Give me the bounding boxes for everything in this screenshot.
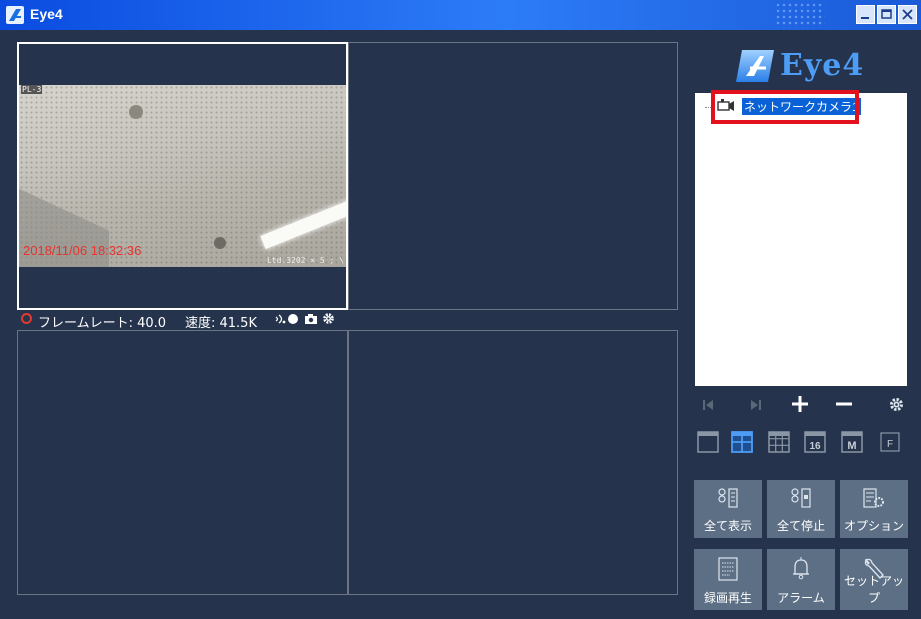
option-button[interactable]: オプション [840, 480, 908, 538]
playback-label: 録画再生 [703, 591, 752, 605]
view-m-icon[interactable]: M [841, 431, 863, 453]
eye4-logo-icon [736, 50, 774, 82]
video-overlay-text: Ltd.3202 × 5 ; \ [266, 256, 344, 265]
stop-all-icon [791, 488, 811, 508]
stop-all-button[interactable]: 全て停止 [767, 480, 835, 538]
eye4-window: Eye4 PL-3 2018/11/06 18:32:36 Ltd.3202 ×… [0, 0, 921, 619]
highlight-annotation [711, 90, 859, 124]
device-tree[interactable]: ネットワークカメラ1 [695, 93, 907, 386]
show-all-button[interactable]: 全て表示 [694, 480, 762, 538]
minimize-button[interactable] [856, 5, 875, 24]
video-cell-3[interactable] [17, 330, 348, 595]
framerate-label: フレームレート: 40.0 [38, 316, 167, 331]
add-icon[interactable] [791, 395, 809, 413]
stop-all-label: 全て停止 [776, 519, 825, 533]
next-icon[interactable] [750, 398, 762, 412]
settings-gear-icon[interactable] [322, 312, 335, 325]
option-label: オプション [843, 519, 904, 533]
window-title: Eye4 [30, 6, 63, 22]
remove-icon[interactable] [835, 402, 853, 406]
logo-text: Eye4 [780, 48, 865, 83]
app-logo-icon [6, 6, 24, 24]
device-settings-gear-icon[interactable] [889, 397, 904, 412]
alarm-label: アラーム [777, 591, 825, 605]
video-timestamp: 2018/11/06 18:32:36 [23, 243, 142, 258]
camera-feed[interactable]: PL-3 2018/11/06 18:32:36 Ltd.3202 × 5 ; … [19, 85, 346, 267]
view-f-label: F [887, 439, 893, 450]
view-m-label: M [847, 440, 856, 452]
video-cell-1[interactable]: PL-3 2018/11/06 18:32:36 Ltd.3202 × 5 ; … [17, 42, 348, 310]
close-button[interactable] [898, 5, 917, 24]
video-cell-4[interactable] [348, 330, 678, 595]
view-1-icon[interactable] [697, 431, 719, 453]
snapshot-icon[interactable] [304, 313, 318, 325]
setup-button[interactable]: セットアップ [840, 549, 908, 610]
speed-label: 速度: 41.5K [185, 316, 257, 331]
option-icon [863, 488, 884, 508]
playback-button[interactable]: 録画再生 [694, 549, 762, 610]
show-all-label: 全て表示 [703, 519, 752, 533]
feed-fixture [214, 237, 226, 249]
eye4-logo: Eye4 [736, 48, 896, 84]
video-cell-2[interactable] [348, 42, 678, 310]
bell-icon [793, 557, 809, 580]
view-f-icon[interactable]: F [879, 431, 901, 453]
show-all-icon [718, 488, 738, 508]
channel-tag: PL-3 [21, 85, 43, 94]
record-icon[interactable] [287, 313, 299, 325]
video-status-bar: フレームレート: 40.0 速度: 41.5K [17, 312, 678, 331]
view-4-icon[interactable] [731, 431, 753, 453]
view-16-label: 16 [809, 441, 821, 452]
view-16-icon[interactable]: 16 [804, 431, 826, 453]
audio-icon[interactable] [274, 313, 286, 325]
feed-fixture [129, 105, 143, 119]
alarm-button[interactable]: アラーム [767, 549, 835, 610]
playback-icon [718, 557, 738, 581]
previous-icon[interactable] [702, 398, 714, 412]
power-icon[interactable] [21, 313, 32, 324]
title-bar[interactable]: Eye4 [0, 0, 921, 30]
maximize-button[interactable] [877, 5, 896, 24]
view-9-icon[interactable] [768, 431, 790, 453]
setup-label: セットアップ [843, 574, 904, 605]
title-decoration [775, 2, 825, 28]
